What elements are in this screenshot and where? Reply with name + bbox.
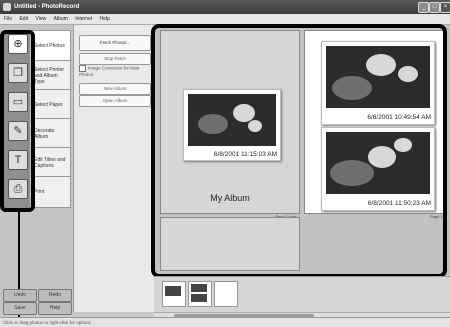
bottom-button-group: Undo Redo Save Help xyxy=(0,287,72,315)
window-title: Untitled - PhotoRecord xyxy=(14,4,80,10)
close-button[interactable]: × xyxy=(440,2,450,13)
stop-fetch-button[interactable]: Stop Fetch xyxy=(79,53,151,65)
menu-help[interactable]: Help xyxy=(100,16,110,22)
maximize-button[interactable]: □ xyxy=(429,2,440,13)
image-correction-checkbox[interactable] xyxy=(79,65,86,72)
minimize-button[interactable]: _ xyxy=(418,2,429,13)
redo-button[interactable]: Redo xyxy=(38,289,72,302)
open-album-button[interactable]: Open Album xyxy=(79,95,151,107)
thumbnail-strip xyxy=(154,276,450,313)
album-view-callout xyxy=(151,24,447,278)
help-button[interactable]: Help xyxy=(38,302,72,315)
step-tabs-callout xyxy=(0,30,35,212)
menu-file[interactable]: File xyxy=(4,16,12,22)
menu-edit[interactable]: Edit xyxy=(19,16,28,22)
new-album-button[interactable]: New Album xyxy=(79,83,151,95)
app-window: Untitled - PhotoRecord _ □ × File Edit V… xyxy=(0,0,450,327)
undo-button[interactable]: Undo xyxy=(3,289,37,302)
app-icon xyxy=(3,3,11,11)
step-select-photos[interactable]: Select Photos xyxy=(31,30,71,62)
thumbnail[interactable] xyxy=(188,281,212,307)
step-select-paper[interactable]: Select Paper xyxy=(31,89,71,121)
options-panel: Fetch Photos... Stop Fetch Image Correct… xyxy=(73,25,154,312)
step-edit-titles[interactable]: Edit Titles and Captions xyxy=(31,147,71,179)
menu-view[interactable]: View xyxy=(35,16,46,22)
thumbnail[interactable] xyxy=(214,281,238,307)
thumbnail[interactable] xyxy=(162,281,186,307)
status-bar: Click or drag photos or right-click for … xyxy=(0,317,450,327)
menu-album[interactable]: Album xyxy=(54,16,68,22)
save-button[interactable]: Save xyxy=(3,302,37,315)
fetch-photos-button[interactable]: Fetch Photos... xyxy=(79,35,151,51)
image-correction-option[interactable]: Image Correction for New Photos xyxy=(79,65,149,77)
menu-internet[interactable]: Internet xyxy=(75,16,92,22)
title-bar: Untitled - PhotoRecord _ □ × xyxy=(0,0,450,14)
step-decorate[interactable]: Decorate Album xyxy=(31,118,71,150)
step-print[interactable]: Print xyxy=(31,176,71,208)
step-select-printer[interactable]: Select Printer and Album Type xyxy=(31,60,71,92)
